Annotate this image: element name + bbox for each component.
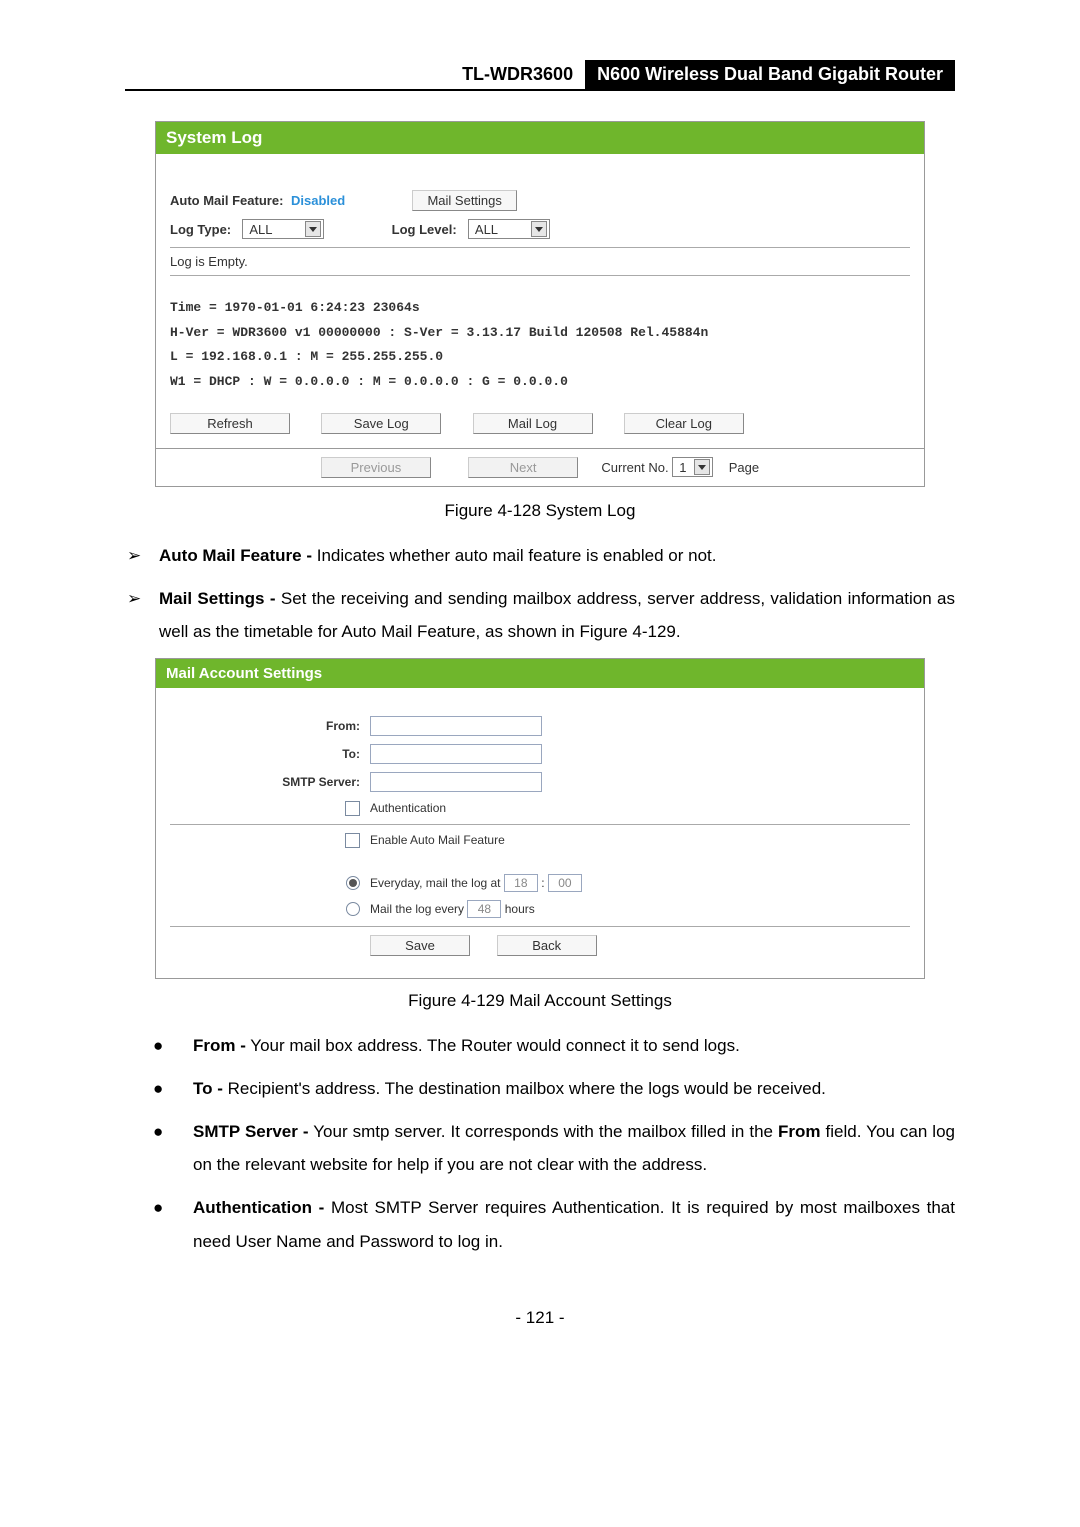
list-item-text: Your mail box address. The Router would …: [246, 1036, 740, 1055]
log-type-value: ALL: [249, 222, 272, 237]
log-info-line: W1 = DHCP : W = 0.0.0.0 : M = 0.0.0.0 : …: [170, 370, 910, 395]
dot-bullet-icon: ●: [125, 1072, 193, 1105]
list-item-label: To -: [193, 1079, 223, 1098]
list-item-text: Recipient's address. The destination mai…: [223, 1079, 826, 1098]
back-button[interactable]: Back: [497, 935, 597, 956]
log-level-value: ALL: [475, 222, 498, 237]
list-item: ● From - Your mail box address. The Rout…: [125, 1029, 955, 1062]
list-item-text: Your smtp server. It corresponds with th…: [309, 1122, 778, 1141]
list-item: ➢ Auto Mail Feature - Indicates whether …: [125, 539, 955, 572]
page-number: - 121 -: [125, 1308, 955, 1328]
refresh-button[interactable]: Refresh: [170, 413, 290, 434]
log-filters-row: Log Type: ALL Log Level: ALL: [170, 219, 910, 239]
smtp-label: SMTP Server:: [170, 775, 370, 789]
smtp-input[interactable]: [370, 772, 542, 792]
list-item-label: Mail Settings -: [159, 589, 276, 608]
chevron-down-icon: [694, 459, 710, 475]
list-item-label: SMTP Server -: [193, 1122, 309, 1141]
system-log-panel: System Log Auto Mail Feature: Disabled M…: [155, 121, 925, 449]
auth-label: Authentication: [370, 801, 446, 815]
mail-settings-button[interactable]: Mail Settings: [412, 190, 516, 211]
interval-input[interactable]: [467, 900, 501, 918]
clear-log-button[interactable]: Clear Log: [624, 413, 744, 434]
schedule-time-radio[interactable]: [346, 876, 360, 890]
schedule-interval-radio[interactable]: [346, 902, 360, 916]
enable-automail-checkbox[interactable]: [345, 833, 360, 848]
from-input[interactable]: [370, 716, 542, 736]
every-prefix: Mail the log every: [370, 902, 464, 916]
log-buttons-row: Refresh Save Log Mail Log Clear Log: [170, 413, 910, 434]
log-info-line: Time = 1970-01-01 6:24:23 23064s: [170, 296, 910, 321]
auth-checkbox[interactable]: [345, 801, 360, 816]
minute-input[interactable]: [548, 874, 582, 892]
auto-mail-value: Disabled: [291, 193, 345, 208]
dot-bullet-icon: ●: [125, 1191, 193, 1257]
page-header: TL-WDR3600 N600 Wireless Dual Band Gigab…: [125, 60, 955, 91]
colon: :: [541, 876, 544, 890]
list-item-label: Authentication -: [193, 1198, 324, 1217]
mail-settings-panel: Mail Account Settings From: To: SMTP Ser…: [155, 658, 925, 979]
page-value: 1: [679, 460, 686, 475]
log-info: Time = 1970-01-01 6:24:23 23064s H-Ver =…: [170, 296, 910, 395]
log-level-select[interactable]: ALL: [468, 219, 550, 239]
auto-mail-label: Auto Mail Feature:: [170, 193, 283, 208]
field-list: ● From - Your mail box address. The Rout…: [125, 1029, 955, 1258]
log-type-label: Log Type:: [170, 222, 231, 237]
chevron-down-icon: [531, 221, 547, 237]
to-label: To:: [170, 747, 370, 761]
log-info-line: H-Ver = WDR3600 v1 00000000 : S-Ver = 3.…: [170, 321, 910, 346]
feature-list: ➢ Auto Mail Feature - Indicates whether …: [125, 539, 955, 648]
log-type-select[interactable]: ALL: [242, 219, 324, 239]
mail-settings-body: From: To: SMTP Server: Authentication En…: [156, 688, 924, 978]
previous-button[interactable]: Previous: [321, 457, 431, 478]
auto-mail-row: Auto Mail Feature: Disabled Mail Setting…: [170, 190, 910, 211]
log-info-line: L = 192.168.0.1 : M = 255.255.255.0: [170, 345, 910, 370]
next-button[interactable]: Next: [468, 457, 578, 478]
list-item-label: Auto Mail Feature -: [159, 546, 312, 565]
mail-settings-title: Mail Account Settings: [156, 659, 924, 688]
figure-caption: Figure 4-129 Mail Account Settings: [125, 991, 955, 1011]
list-item: ● SMTP Server - Your smtp server. It cor…: [125, 1115, 955, 1181]
mail-log-button[interactable]: Mail Log: [473, 413, 593, 434]
list-item-text: Indicates whether auto mail feature is e…: [312, 546, 716, 565]
system-log-title: System Log: [156, 122, 924, 154]
from-bold: From: [778, 1122, 821, 1141]
log-level-label: Log Level:: [392, 222, 457, 237]
page-label: Page: [729, 460, 759, 475]
dot-bullet-icon: ●: [125, 1029, 193, 1062]
figure-caption: Figure 4-128 System Log: [125, 501, 955, 521]
page-select[interactable]: 1: [672, 457, 713, 477]
to-input[interactable]: [370, 744, 542, 764]
chevron-down-icon: [305, 221, 321, 237]
arrow-bullet-icon: ➢: [125, 539, 159, 572]
list-item-text: Set the receiving and sending mailbox ad…: [159, 589, 955, 641]
model-desc: N600 Wireless Dual Band Gigabit Router: [585, 60, 955, 89]
save-button[interactable]: Save: [370, 935, 470, 956]
list-item: ➢ Mail Settings - Set the receiving and …: [125, 582, 955, 648]
every-suffix: hours: [505, 902, 535, 916]
current-no-label: Current No.: [601, 460, 668, 475]
page: TL-WDR3600 N600 Wireless Dual Band Gigab…: [0, 0, 1080, 1368]
hour-input[interactable]: [504, 874, 538, 892]
from-label: From:: [170, 719, 370, 733]
model-number: TL-WDR3600: [450, 60, 585, 89]
save-log-button[interactable]: Save Log: [321, 413, 441, 434]
system-log-body: Auto Mail Feature: Disabled Mail Setting…: [156, 154, 924, 448]
dot-bullet-icon: ●: [125, 1115, 193, 1181]
log-empty-text: Log is Empty.: [170, 254, 910, 269]
arrow-bullet-icon: ➢: [125, 582, 159, 648]
everyday-prefix: Everyday, mail the log at: [370, 876, 501, 890]
enable-automail-label: Enable Auto Mail Feature: [370, 833, 505, 847]
pager: Previous Next Current No. 1 Page: [155, 449, 925, 487]
list-item: ● To - Recipient's address. The destinat…: [125, 1072, 955, 1105]
list-item-label: From -: [193, 1036, 246, 1055]
list-item: ● Authentication - Most SMTP Server requ…: [125, 1191, 955, 1257]
